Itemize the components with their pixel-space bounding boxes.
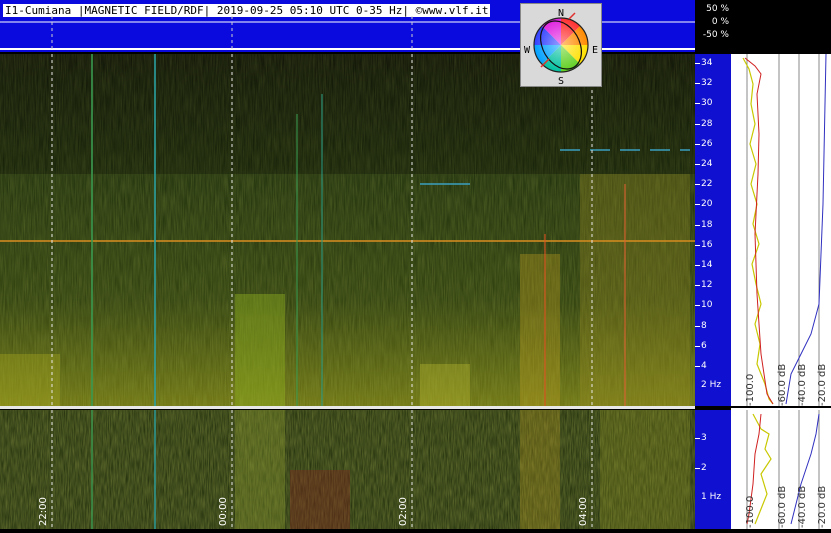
freq-tick-top <box>695 285 700 287</box>
compass-west-label: W <box>524 45 531 56</box>
rdf-compass: N S E W <box>520 3 602 87</box>
freq-tick-top <box>695 366 700 367</box>
freq-tick-top <box>695 244 700 246</box>
freq-tick-top <box>695 103 700 105</box>
freq-label-top: 4 <box>701 361 707 371</box>
spectrogram-top <box>0 54 695 406</box>
db-label-bottom-40: -40.0 dB <box>797 485 808 528</box>
freq-unit-label-bottom: 1 Hz <box>701 492 722 502</box>
freq-label-top: 14 <box>701 260 713 270</box>
percent-label-0: 0 % <box>711 17 729 27</box>
db-label-bottom-100: -100.0 <box>745 495 756 528</box>
power-profile-graph <box>731 53 831 529</box>
freq-label-top: 24 <box>701 159 713 169</box>
time-label-0400: 04:00 <box>578 497 589 526</box>
spectrogram-bottom-image <box>0 410 695 529</box>
spectrogram-divider <box>0 406 695 409</box>
freq-tick-top <box>695 224 700 226</box>
freq-label-top: 26 <box>701 138 713 149</box>
db-label-bottom-60: -60.0 dB <box>777 485 788 528</box>
freq-label-top: 34 <box>701 58 713 68</box>
compass-south-label: S <box>558 76 564 86</box>
db-label-top-60: -60.0 dB <box>777 363 788 406</box>
time-label-2200: 22:00 <box>38 497 49 526</box>
freq-tick-top <box>695 204 700 206</box>
db-label-bottom-20: -20.0 dB <box>817 485 828 528</box>
freq-label-top: 18 <box>701 219 713 230</box>
freq-label-bottom: 3 <box>701 433 707 443</box>
freq-tick-top <box>695 164 700 165</box>
freq-label-top: 22 <box>701 179 713 190</box>
db-label-top-100: -100.0 <box>745 373 756 406</box>
freq-label-top: 12 <box>701 280 713 291</box>
freq-tick-top <box>695 184 700 186</box>
freq-label-top: 10 <box>701 300 713 311</box>
freq-tick-top <box>695 83 700 85</box>
compass-north-label: N <box>558 8 564 19</box>
freq-label-top: 20 <box>701 199 713 210</box>
time-label-0000: 00:00 <box>218 497 229 526</box>
freq-tick-top <box>695 325 700 327</box>
db-label-top-20: -20.0 dB <box>817 363 828 406</box>
freq-label-top: 32 <box>701 78 713 89</box>
freq-tick-bottom <box>695 468 700 469</box>
freq-tick-top <box>695 345 700 347</box>
percent-label-50: 50 % <box>706 4 729 14</box>
rdf-compass-image: N S E W <box>524 8 598 87</box>
frequency-axis-bottom: 3 2 1 Hz <box>695 410 731 529</box>
freq-unit-label-top: 2 Hz <box>701 380 722 390</box>
freq-tick-top <box>695 123 700 125</box>
freq-tick-top <box>695 63 700 64</box>
power-profile-panel: -100.0 -60.0 dB -40.0 dB -20.0 dB -100.0… <box>731 53 831 529</box>
frequency-axis-top: 34 32 30 28 26 24 22 20 18 16 14 12 10 8 6 4 2 Hz <box>695 54 731 406</box>
time-label-0200: 02:00 <box>398 497 409 526</box>
freq-tick-top <box>695 265 700 266</box>
freq-tick-bottom <box>695 438 700 439</box>
db-label-top-40: -40.0 dB <box>797 363 808 406</box>
freq-tick-top <box>695 305 700 307</box>
freq-label-top: 6 <box>701 340 707 351</box>
freq-label-top: 16 <box>701 239 713 250</box>
freq-label-top: 28 <box>701 118 713 129</box>
compass-east-label: E <box>592 45 598 56</box>
spectrogram-bottom <box>0 410 695 529</box>
freq-label-bottom: 2 <box>701 463 707 473</box>
freq-tick-top <box>695 143 700 145</box>
spectrogram-top-image <box>0 54 695 406</box>
percent-label-neg50: -50 % <box>702 30 729 40</box>
freq-label-top: 8 <box>701 320 707 331</box>
freq-label-top: 30 <box>701 98 713 109</box>
